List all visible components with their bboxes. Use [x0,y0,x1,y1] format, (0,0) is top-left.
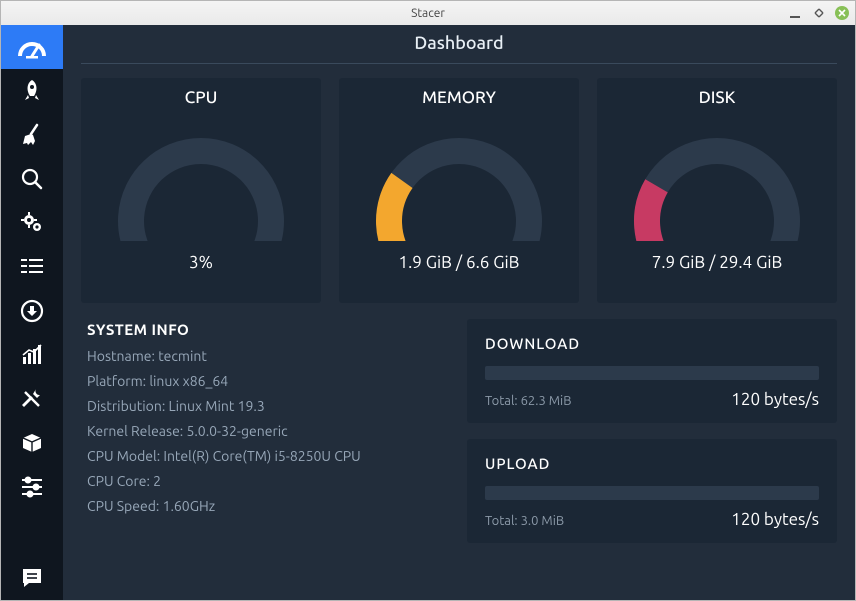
page-title: Dashboard [81,25,837,64]
network-column: DOWNLOAD Total: 62.3 MiB 120 bytes/s UPL… [467,319,837,588]
sidebar-item-helpers[interactable] [1,377,63,421]
feedback-icon [20,566,44,590]
upload-rate: 120 bytes/s [731,510,819,529]
sidebar-item-feedback[interactable] [1,556,63,600]
download-rate: 120 bytes/s [731,390,819,409]
sidebar-item-processes[interactable] [1,245,63,289]
gauge-row: CPU 3% MEMORY 1.9 GiB / 6.6 GiB DISK 7.9… [81,78,837,303]
sidebar-item-dashboard[interactable] [1,25,63,69]
system-info-panel: SYSTEM INFO Hostname: tecmint Platform: … [81,319,449,588]
titlebar-controls [787,1,849,25]
tools-icon [19,386,45,412]
sysinfo-kernel: Kernel Release: 5.0.0-32-generic [87,423,443,439]
maximize-button[interactable] [811,5,827,21]
gauge-cpu-value: 3% [189,253,213,272]
main-content: Dashboard CPU 3% MEMORY 1.9 GiB / 6.6 Gi… [63,25,855,600]
processes-icon [19,256,45,278]
download-total: Total: 62.3 MiB [485,394,571,408]
dashboard-icon [17,34,47,60]
window-title: Stacer [411,7,445,20]
gauge-disk-value: 7.9 GiB / 29.4 GiB [652,253,783,272]
sidebar-item-services[interactable] [1,201,63,245]
broom-icon [19,122,45,148]
sidebar-item-resources[interactable] [1,333,63,377]
lower-row: SYSTEM INFO Hostname: tecmint Platform: … [81,319,837,588]
gauge-memory-value: 1.9 GiB / 6.6 GiB [399,253,520,272]
minimize-button[interactable] [787,5,803,21]
box-icon [20,431,44,455]
gauge-memory-arc [359,111,559,241]
search-icon [20,167,44,191]
sidebar-item-startup[interactable] [1,69,63,113]
sidebar-item-cleaner[interactable] [1,113,63,157]
gauge-cpu-title: CPU [185,88,218,107]
gauge-cpu: CPU 3% [81,78,321,303]
upload-title: UPLOAD [485,455,819,472]
gauge-memory-title: MEMORY [422,88,496,107]
sysinfo-cpu-model: CPU Model: Intel(R) Core(TM) i5-8250U CP… [87,448,443,464]
system-info-heading: SYSTEM INFO [87,321,443,338]
rocket-icon [19,78,45,104]
download-bar [485,366,819,380]
sysinfo-cpu-speed: CPU Speed: 1.60GHz [87,498,443,514]
window-titlebar: Stacer [1,1,855,26]
close-button[interactable] [835,6,849,20]
gauge-disk-title: DISK [699,88,736,107]
sidebar-item-uninstaller[interactable] [1,289,63,333]
sidebar-item-apt[interactable] [1,421,63,465]
sidebar [1,25,63,600]
sliders-icon [20,476,44,498]
download-title: DOWNLOAD [485,335,819,352]
sysinfo-hostname: Hostname: tecmint [87,348,443,364]
app-body: Dashboard CPU 3% MEMORY 1.9 GiB / 6.6 Gi… [1,25,855,600]
sysinfo-cpu-core: CPU Core: 2 [87,473,443,489]
sysinfo-platform: Platform: linux x86_64 [87,373,443,389]
sidebar-item-settings[interactable] [1,465,63,509]
gauge-disk: DISK 7.9 GiB / 29.4 GiB [597,78,837,303]
chart-icon [20,343,44,367]
package-remove-icon [19,298,45,324]
upload-total: Total: 3.0 MiB [485,514,564,528]
upload-bar [485,486,819,500]
gears-icon [19,210,45,236]
sidebar-item-search[interactable] [1,157,63,201]
sysinfo-distribution: Distribution: Linux Mint 19.3 [87,398,443,414]
gauge-disk-arc [617,111,817,241]
gauge-memory: MEMORY 1.9 GiB / 6.6 GiB [339,78,579,303]
download-card: DOWNLOAD Total: 62.3 MiB 120 bytes/s [467,319,837,423]
gauge-cpu-arc [101,111,301,241]
upload-card: UPLOAD Total: 3.0 MiB 120 bytes/s [467,439,837,543]
